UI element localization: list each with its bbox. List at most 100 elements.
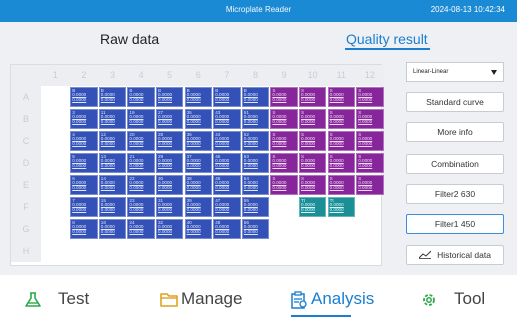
well-value-2: 0.0000 <box>301 97 316 103</box>
plate-well[interactable]: 23 0.0000 0.0000 <box>127 196 155 218</box>
plate-well[interactable]: 37 0.0000 0.0000 <box>184 152 212 174</box>
nav-manage[interactable]: Manage <box>160 287 260 315</box>
plate-well[interactable]: 52 0.0000 0.0000 <box>241 130 270 152</box>
plate-well[interactable]: 44 0.0000 0.0000 <box>213 130 241 152</box>
plate-well[interactable]: 47 0.0000 0.0000 <box>213 196 241 218</box>
plate-well[interactable]: 51 0.0000 0.0000 <box>241 108 270 130</box>
plate-well[interactable]: 16 0.0000 0.0000 <box>98 218 127 240</box>
well-value-2: 0.0000 <box>100 97 115 103</box>
plate-well[interactable]: S 0.0000 0.0000 <box>299 108 327 130</box>
plate-well[interactable]: B 0.0000 0.0000 <box>184 86 212 108</box>
plate-well[interactable]: 56 0.0000 0.0000 <box>241 218 270 240</box>
plate-well[interactable]: S 0.0000 0.0000 <box>356 152 384 174</box>
plate-well[interactable]: 30 0.0000 0.0000 <box>156 174 184 196</box>
plate-well[interactable]: 29 0.0000 0.0000 <box>156 152 184 174</box>
more-info-button[interactable]: More info <box>406 122 504 142</box>
filter1-button[interactable]: Filter1 450 <box>406 214 504 234</box>
standard-curve-button[interactable]: Standard curve <box>406 92 504 112</box>
nav-test[interactable]: Test <box>24 287 104 315</box>
plate-well[interactable]: B 0.0000 0.0000 <box>127 86 155 108</box>
plate-well[interactable]: 48 0.0000 0.0000 <box>213 218 241 240</box>
column-header: 10 <box>298 65 327 86</box>
plate-well[interactable]: 5 0.0000 0.0000 <box>70 152 98 174</box>
plate-well[interactable]: S 0.0000 0.0000 <box>299 174 327 196</box>
well-value-2: 0.0000 <box>301 119 316 125</box>
plate-well[interactable]: B 0.0000 0.0000 <box>213 86 241 108</box>
well-value-2: 0.0000 <box>100 163 115 169</box>
plate-well[interactable]: S 0.0000 0.0000 <box>270 152 298 174</box>
plate-well[interactable]: 45 0.0000 0.0000 <box>213 152 241 174</box>
plate-well[interactable]: S 0.0000 0.0000 <box>327 130 355 152</box>
plate-well[interactable]: B 0.0000 0.0000 <box>98 86 127 108</box>
plate-well[interactable]: 21 0.0000 0.0000 <box>127 152 155 174</box>
plate-well[interactable]: 55 0.0000 0.0000 <box>241 196 270 218</box>
nav-manage-label: Manage <box>181 289 243 308</box>
well-value-2: 0.0000 <box>100 141 115 147</box>
plate-well[interactable]: S 0.0000 0.0000 <box>327 152 355 174</box>
historical-data-button[interactable]: Historical data <box>406 245 504 265</box>
fit-mode-select[interactable]: Linear-Linear <box>406 62 504 82</box>
plate-well[interactable]: 15 0.0000 0.0000 <box>98 196 127 218</box>
plate-well[interactable]: B 0.0000 0.0000 <box>70 86 98 108</box>
plate-well[interactable]: S 0.0000 0.0000 <box>299 86 327 108</box>
plate-well[interactable]: S 0.0000 0.0000 <box>356 130 384 152</box>
well-value-2: 0.0000 <box>129 207 144 213</box>
plate-well[interactable]: S 0.0000 0.0000 <box>270 174 298 196</box>
plate-well[interactable]: 46 0.0000 0.0000 <box>213 174 241 196</box>
plate-well[interactable]: 14 0.0000 0.0000 <box>98 174 127 196</box>
well-value-2: 0.0000 <box>272 119 287 125</box>
plate-well[interactable]: 11 0.0000 0.0000 <box>98 108 127 130</box>
well-value-2: 0.0000 <box>215 141 230 147</box>
plate-well[interactable]: S 0.0000 0.0000 <box>270 130 298 152</box>
plate-well[interactable]: 28 0.0000 0.0000 <box>156 130 184 152</box>
plate-well[interactable]: S 0.0000 0.0000 <box>356 108 384 130</box>
plate-well[interactable]: 3 0.0000 0.0000 <box>70 108 98 130</box>
plate-well[interactable]: 6 0.0000 0.0000 <box>70 174 98 196</box>
plate-well[interactable]: 12 0.0000 0.0000 <box>98 130 127 152</box>
plate-well[interactable]: 31 0.0000 0.0000 <box>156 196 184 218</box>
plate-well[interactable]: B 0.0000 0.0000 <box>241 86 270 108</box>
plate-well[interactable]: 24 0.0000 0.0000 <box>127 218 155 240</box>
plate-well[interactable]: 22 0.0000 0.0000 <box>127 174 155 196</box>
tab-raw-data[interactable]: Raw data <box>100 31 159 47</box>
plate-well[interactable]: Tt 0.0000 0.0000 <box>327 196 355 218</box>
plate-well[interactable]: 19 0.0000 0.0000 <box>127 108 155 130</box>
plate-well[interactable]: 53 0.0000 0.0000 <box>241 152 270 174</box>
plate-well[interactable]: 20 0.0000 0.0000 <box>127 130 155 152</box>
plate-well[interactable]: 54 0.0000 0.0000 <box>241 174 270 196</box>
plate-well[interactable]: S 0.0000 0.0000 <box>327 108 355 130</box>
plate-well[interactable]: B 0.0000 0.0000 <box>156 86 184 108</box>
filter2-button[interactable]: Filter2 630 <box>406 184 504 204</box>
plate-well[interactable]: 7 0.0000 0.0000 <box>70 196 98 218</box>
nav-tool[interactable]: Tool <box>420 287 500 315</box>
plate-well[interactable]: Tt 0.0000 0.0000 <box>299 196 327 218</box>
plate-well[interactable]: 32 0.0000 0.0000 <box>156 218 184 240</box>
plate-well[interactable]: 13 0.0000 0.0000 <box>98 152 127 174</box>
well-value-2: 0.0000 <box>186 207 201 213</box>
row-header: D <box>11 152 41 174</box>
plate-well[interactable]: S 0.0000 0.0000 <box>356 86 384 108</box>
plate-well[interactable]: S 0.0000 0.0000 <box>299 152 327 174</box>
plate-well[interactable]: S 0.0000 0.0000 <box>270 108 298 130</box>
plate-well[interactable]: 43 0.0000 0.0000 <box>213 108 241 130</box>
well-value-2: 0.0000 <box>186 163 201 169</box>
plate-well[interactable]: S 0.0000 0.0000 <box>270 86 298 108</box>
plate-well[interactable]: 40 0.0000 0.0000 <box>184 218 212 240</box>
plate-well[interactable]: S 0.0000 0.0000 <box>356 174 384 196</box>
plate-well[interactable]: 36 0.0000 0.0000 <box>184 130 212 152</box>
well-value-2: 0.0000 <box>329 141 344 147</box>
plate-well[interactable]: 38 0.0000 0.0000 <box>184 174 212 196</box>
nav-analysis[interactable]: Analysis <box>290 287 390 315</box>
plate-well[interactable]: S 0.0000 0.0000 <box>327 86 355 108</box>
plate-well[interactable]: 35 0.0000 0.0000 <box>184 108 212 130</box>
well-value-2: 0.0000 <box>186 97 201 103</box>
plate-well[interactable]: S 0.0000 0.0000 <box>327 174 355 196</box>
plate-well[interactable]: S 0.0000 0.0000 <box>299 130 327 152</box>
plate-well[interactable]: 39 0.0000 0.0000 <box>184 196 212 218</box>
plate-well[interactable]: 8 0.0000 0.0000 <box>70 218 98 240</box>
plate-well[interactable]: 4 0.0000 0.0000 <box>70 130 98 152</box>
combination-button[interactable]: Combination <box>406 154 504 174</box>
well-value-2: 0.0000 <box>215 207 230 213</box>
plate-well[interactable]: 27 0.0000 0.0000 <box>156 108 184 130</box>
tab-quality-result[interactable]: Quality result <box>346 31 428 47</box>
